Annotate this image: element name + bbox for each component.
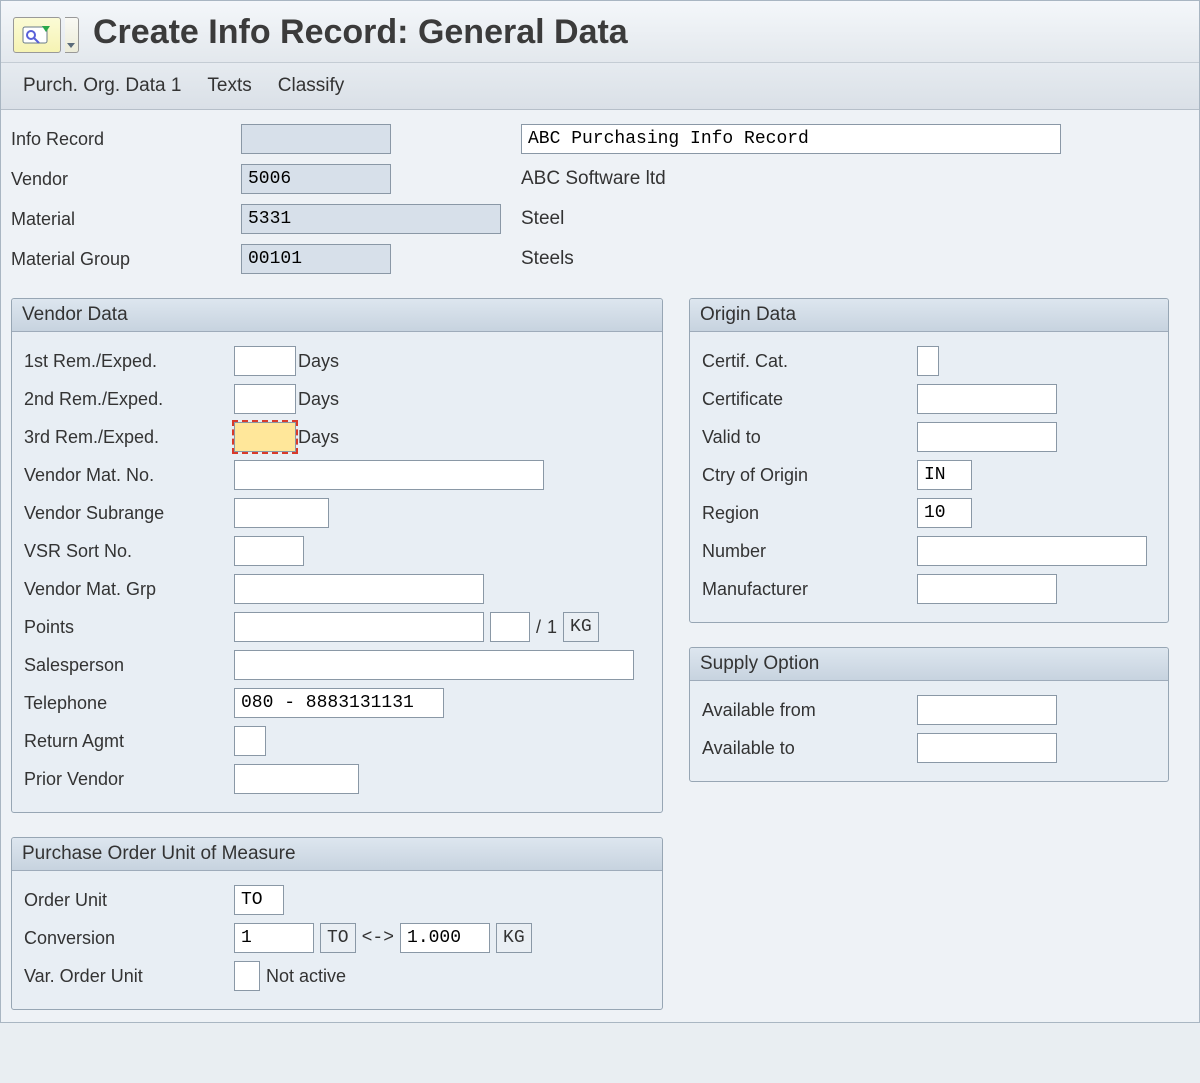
manufacturer-label: Manufacturer — [702, 579, 917, 600]
region-label: Region — [702, 503, 917, 524]
telephone-field[interactable] — [234, 688, 444, 718]
title-icon[interactable] — [13, 17, 61, 53]
points-slash: / — [536, 617, 541, 638]
conversion-to-qty-field[interactable] — [400, 923, 490, 953]
rem2-field[interactable] — [234, 384, 296, 414]
vendor-label: Vendor — [11, 169, 241, 190]
conversion-from-qty-field[interactable] — [234, 923, 314, 953]
available-to-field[interactable] — [917, 733, 1057, 763]
info-record-desc-field[interactable] — [521, 124, 1061, 154]
certificate-label: Certificate — [702, 389, 917, 410]
salesperson-field[interactable] — [234, 650, 634, 680]
prior-vendor-field[interactable] — [234, 764, 359, 794]
rem3-unit: Days — [298, 427, 339, 448]
vendor-subrange-field[interactable] — [234, 498, 329, 528]
menu-bar: Purch. Org. Data 1 Texts Classify — [1, 62, 1199, 110]
info-record-label: Info Record — [11, 129, 241, 150]
telephone-label: Telephone — [24, 693, 234, 714]
supply-option-title: Supply Option — [690, 648, 1168, 681]
vendor-data-panel: Vendor Data 1st Rem./Exped. Days 2nd Rem… — [11, 298, 663, 813]
available-from-field[interactable] — [917, 695, 1057, 725]
available-to-label: Available to — [702, 738, 917, 759]
return-agmt-label: Return Agmt — [24, 731, 234, 752]
vendor-field[interactable] — [241, 164, 391, 194]
po-unit-panel: Purchase Order Unit of Measure Order Uni… — [11, 837, 663, 1010]
conversion-to-unit: KG — [496, 923, 532, 953]
prior-vendor-label: Prior Vendor — [24, 769, 234, 790]
material-group-label: Material Group — [11, 249, 241, 270]
var-order-unit-text: Not active — [266, 966, 346, 987]
certif-cat-field[interactable] — [917, 346, 939, 376]
valid-to-label: Valid to — [702, 427, 917, 448]
material-group-desc: Steels — [521, 248, 1081, 270]
points-unit: KG — [563, 612, 599, 642]
certif-cat-label: Certif. Cat. — [702, 351, 917, 372]
ctry-origin-label: Ctry of Origin — [702, 465, 917, 486]
valid-to-field[interactable] — [917, 422, 1057, 452]
rem2-label: 2nd Rem./Exped. — [24, 389, 234, 410]
manufacturer-field[interactable] — [917, 574, 1057, 604]
return-agmt-field[interactable] — [234, 726, 266, 756]
number-field[interactable] — [917, 536, 1147, 566]
supply-option-panel: Supply Option Available from Available t… — [689, 647, 1169, 782]
points-qty-field[interactable] — [490, 612, 530, 642]
rem1-field[interactable] — [234, 346, 296, 376]
header-block: Info Record Vendor ABC Software ltd Mate… — [11, 124, 1189, 274]
menu-texts[interactable]: Texts — [207, 75, 251, 97]
order-unit-label: Order Unit — [24, 890, 234, 911]
material-label: Material — [11, 209, 241, 230]
region-field[interactable] — [917, 498, 972, 528]
rem3-label: 3rd Rem./Exped. — [24, 427, 234, 448]
var-order-unit-label: Var. Order Unit — [24, 966, 234, 987]
origin-data-title: Origin Data — [690, 299, 1168, 332]
vendor-mat-no-label: Vendor Mat. No. — [24, 465, 234, 486]
material-field[interactable] — [241, 204, 501, 234]
page-title: Create Info Record: General Data — [93, 7, 628, 62]
number-label: Number — [702, 541, 917, 562]
conversion-arrow: <-> — [362, 928, 394, 948]
menu-purch-org-data1[interactable]: Purch. Org. Data 1 — [23, 75, 181, 97]
info-record-field[interactable] — [241, 124, 391, 154]
vsr-sort-no-label: VSR Sort No. — [24, 541, 234, 562]
menu-classify[interactable]: Classify — [278, 75, 345, 97]
salesperson-label: Salesperson — [24, 655, 234, 676]
vendor-mat-grp-field[interactable] — [234, 574, 484, 604]
material-group-field[interactable] — [241, 244, 391, 274]
points-per: 1 — [547, 617, 557, 638]
rem3-field[interactable] — [234, 422, 296, 452]
vendor-mat-grp-label: Vendor Mat. Grp — [24, 579, 234, 600]
rem1-unit: Days — [298, 351, 339, 372]
title-bar: Create Info Record: General Data — [1, 1, 1199, 62]
available-from-label: Available from — [702, 700, 917, 721]
content-area: Info Record Vendor ABC Software ltd Mate… — [1, 110, 1199, 1022]
points-field[interactable] — [234, 612, 484, 642]
vendor-data-title: Vendor Data — [12, 299, 662, 332]
certificate-field[interactable] — [917, 384, 1057, 414]
rem2-unit: Days — [298, 389, 339, 410]
vendor-desc: ABC Software ltd — [521, 168, 1081, 190]
po-unit-title: Purchase Order Unit of Measure — [12, 838, 662, 871]
ctry-origin-field[interactable] — [917, 460, 972, 490]
conversion-label: Conversion — [24, 928, 234, 949]
var-order-unit-field[interactable] — [234, 961, 260, 991]
points-label: Points — [24, 617, 234, 638]
vendor-mat-no-field[interactable] — [234, 460, 544, 490]
vsr-sort-no-field[interactable] — [234, 536, 304, 566]
order-unit-field[interactable] — [234, 885, 284, 915]
title-dropdown-icon[interactable] — [65, 17, 79, 53]
material-desc: Steel — [521, 208, 1081, 230]
conversion-from-unit: TO — [320, 923, 356, 953]
rem1-label: 1st Rem./Exped. — [24, 351, 234, 372]
window-frame: Create Info Record: General Data Purch. … — [0, 0, 1200, 1023]
vendor-subrange-label: Vendor Subrange — [24, 503, 234, 524]
origin-data-panel: Origin Data Certif. Cat. Certificate Val… — [689, 298, 1169, 623]
